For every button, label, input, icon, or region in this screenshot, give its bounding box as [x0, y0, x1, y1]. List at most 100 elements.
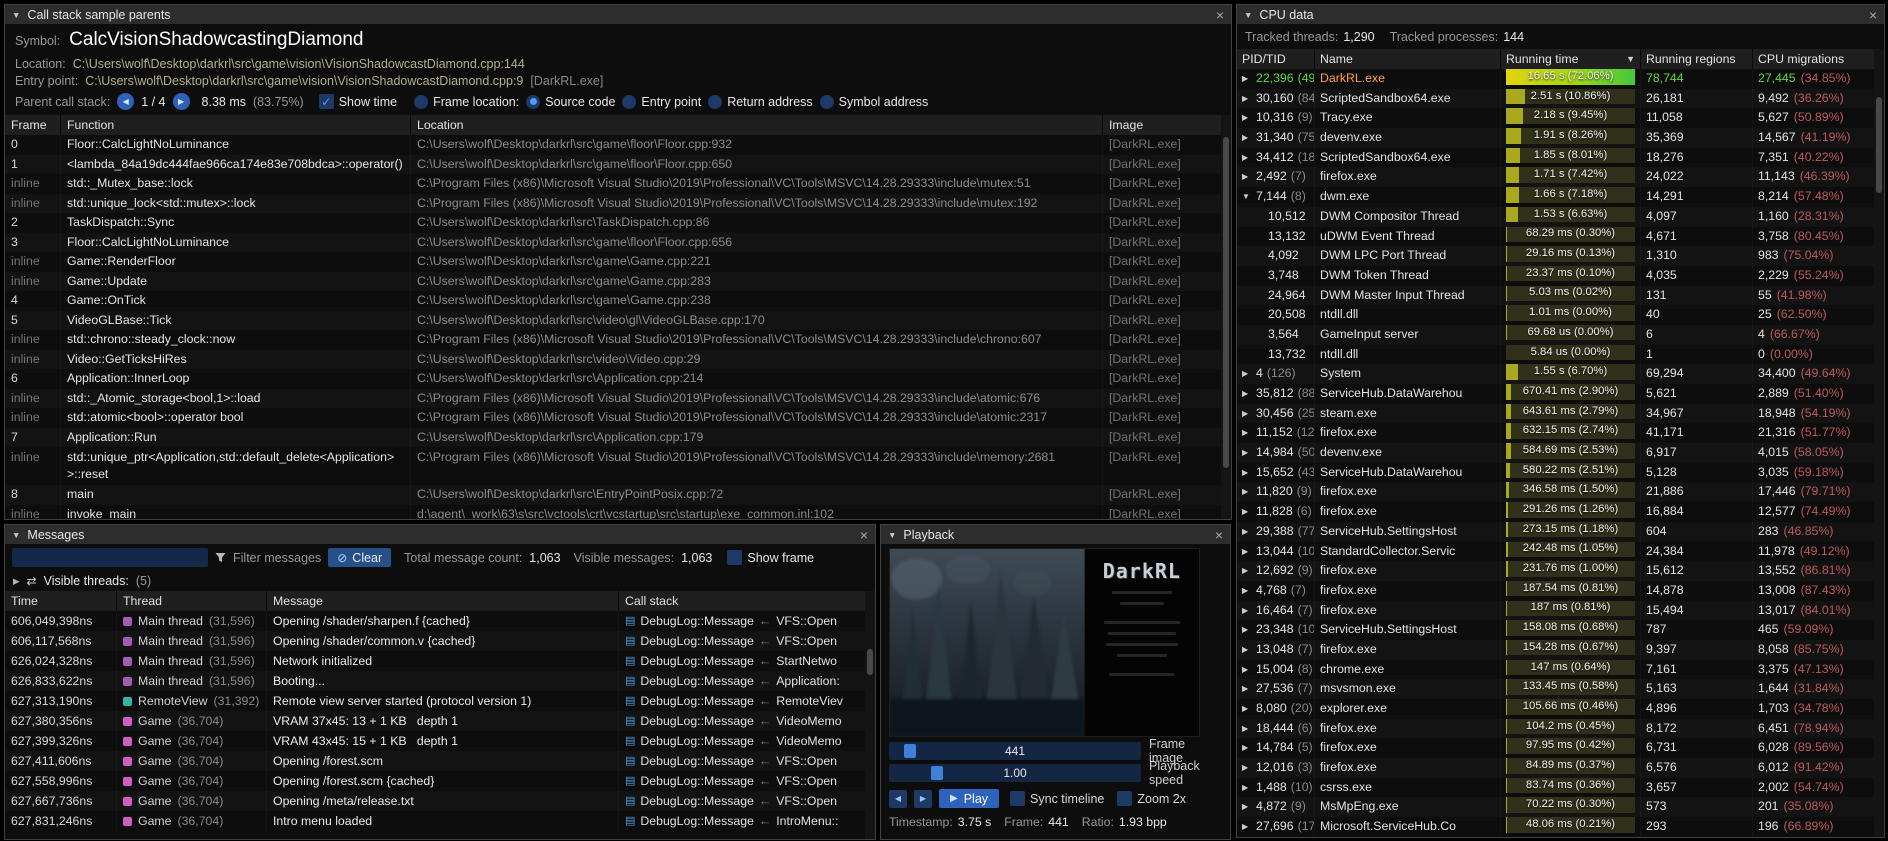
cpu-process-row[interactable]: ▶4,768(7)firefox.exe187.54 ms (0.81%)14,… — [1237, 581, 1884, 601]
cpu-titlebar[interactable]: ▼ CPU data × — [1237, 5, 1884, 24]
col-location[interactable]: Location — [411, 115, 1103, 135]
clear-button[interactable]: ⊘ Clear — [328, 548, 391, 567]
playback-titlebar[interactable]: ▼ Playback × — [881, 525, 1230, 544]
col-time[interactable]: Time — [5, 591, 117, 611]
show-frame-checkbox[interactable]: Show frame — [727, 550, 814, 565]
cpu-process-row[interactable]: ▶15,004(8)chrome.exe147 ms (0.64%)7,1613… — [1237, 660, 1884, 680]
collapse-icon[interactable]: ▼ — [888, 530, 896, 540]
cpu-process-row[interactable]: ▼7,144(8)dwm.exe1.66 s (7.18%)14,2918,21… — [1237, 187, 1884, 207]
message-callstack[interactable]: ▤DebugLog::Message←StartNetwo — [619, 651, 875, 671]
collapse-icon[interactable]: ▼ — [1244, 10, 1252, 20]
callstack-frame-row[interactable]: inlinestd::_Mutex_base::lockC:\Program F… — [5, 174, 1231, 194]
cpu-thread-row[interactable]: 20,508ntdll.dll1.01 ms (0.00%)4025(62.50… — [1237, 305, 1884, 325]
expand-tree-icon[interactable]: ▶ — [1242, 482, 1252, 502]
close-icon[interactable]: × — [1869, 8, 1877, 22]
message-callstack[interactable]: ▤DebugLog::Message←VFS::Open — [619, 611, 875, 631]
cpu-thread-row[interactable]: 4,092DWM LPC Port Thread29.16 ms (0.13%)… — [1237, 246, 1884, 266]
expand-tree-icon[interactable]: ▶ — [1242, 167, 1252, 187]
message-callstack[interactable]: ▤DebugLog::Message←Application: — [619, 671, 875, 691]
expand-tree-icon[interactable]: ▶ — [1242, 89, 1252, 109]
col-running-time[interactable]: Running time▼ — [1501, 49, 1641, 69]
callstack-titlebar[interactable]: ▼ Call stack sample parents × — [5, 5, 1231, 24]
expand-tree-icon[interactable]: ▶ — [1242, 601, 1252, 621]
cpu-process-row[interactable]: ▶23,348(106)ServiceHub.SettingsHost158.0… — [1237, 620, 1884, 640]
col-image[interactable]: Image — [1103, 115, 1231, 135]
prev-parent-button[interactable]: ◀ — [117, 93, 134, 110]
message-callstack[interactable]: ▤DebugLog::Message←VideoMemo — [619, 711, 875, 731]
cpu-process-row[interactable]: ▶22,396(49)DarkRL.exe16.65 s (72.06%)78,… — [1237, 69, 1884, 89]
expand-tree-icon[interactable]: ▶ — [1242, 660, 1252, 680]
col-running-regions[interactable]: Running regions — [1641, 49, 1753, 69]
message-row[interactable]: 626,024,328nsMain thread(31,596)Network … — [5, 651, 875, 671]
close-icon[interactable]: × — [1215, 528, 1223, 542]
callstack-frame-row[interactable]: inlinestd::atomic<bool>::operator boolC:… — [5, 408, 1231, 428]
close-icon[interactable]: × — [860, 528, 868, 542]
cpu-thread-row[interactable]: 13,732ntdll.dll5.84 us (0.00%)10(0.00%) — [1237, 345, 1884, 365]
message-callstack[interactable]: ▤DebugLog::Message←RemoteViev — [619, 691, 875, 711]
cpu-process-row[interactable]: ▶10,316(9)Tracy.exe2.18 s (9.45%)11,0585… — [1237, 108, 1884, 128]
message-row[interactable]: 627,411,606nsGame(36,704)Opening /forest… — [5, 751, 875, 771]
expand-tree-icon[interactable]: ▶ — [1242, 699, 1252, 719]
expand-tree-icon[interactable]: ▶ — [1242, 423, 1252, 443]
col-name[interactable]: Name — [1315, 49, 1501, 69]
cpu-thread-row[interactable]: 3,564GameInput server69.68 us (0.00%)64(… — [1237, 325, 1884, 345]
callstack-frame-row[interactable]: 3Floor::CalcLightNoLuminanceC:\Users\wol… — [5, 233, 1231, 253]
expand-tree-icon[interactable]: ▶ — [1242, 719, 1252, 739]
cpu-process-row[interactable]: ▶14,984(50)devenv.exe584.69 ms (2.53%)6,… — [1237, 443, 1884, 463]
scrollbar-thumb[interactable] — [1223, 137, 1229, 468]
expand-tree-icon[interactable]: ▶ — [1242, 778, 1252, 798]
callstack-frame-row[interactable]: inlinestd::_Atomic_storage<bool,1>::load… — [5, 389, 1231, 409]
callstack-frame-row[interactable]: 5VideoGLBase::TickC:\Users\wolf\Desktop\… — [5, 311, 1231, 331]
message-row[interactable]: 626,833,622nsMain thread(31,596)Booting.… — [5, 671, 875, 691]
cpu-process-row[interactable]: ▶35,812(88)ServiceHub.DataWarehou670.41 … — [1237, 384, 1884, 404]
cpu-process-row[interactable]: ▶4(126)System1.55 s (6.70%)69,29434,400(… — [1237, 364, 1884, 384]
scrollbar-thumb[interactable] — [1876, 97, 1882, 193]
cpu-process-row[interactable]: ▶30,160(84)ScriptedSandbox64.exe2.51 s (… — [1237, 89, 1884, 109]
play-button[interactable]: ▶ Play — [939, 789, 999, 808]
cpu-thread-row[interactable]: 10,512DWM Compositor Thread1.53 s (6.63%… — [1237, 207, 1884, 227]
callstack-frame-row[interactable]: 7Application::RunC:\Users\wolf\Desktop\d… — [5, 428, 1231, 448]
playback-speed-slider[interactable]: 1.00 — [889, 764, 1141, 782]
cpu-process-row[interactable]: ▶12,692(9)firefox.exe231.76 ms (1.00%)15… — [1237, 561, 1884, 581]
message-row[interactable]: 627,380,356nsGame(36,704)VRAM 37x45: 13 … — [5, 711, 875, 731]
cpu-process-row[interactable]: ▶4,872(9)MsMpEng.exe70.22 ms (0.30%)5732… — [1237, 797, 1884, 817]
scrollbar-thumb[interactable] — [867, 649, 873, 675]
message-callstack[interactable]: ▤DebugLog::Message←VFS::Open — [619, 791, 875, 811]
expand-tree-icon[interactable]: ▶ — [1242, 581, 1252, 601]
cpu-process-row[interactable]: ▶11,820(9)firefox.exe346.58 ms (1.50%)21… — [1237, 482, 1884, 502]
expand-tree-icon[interactable]: ▶ — [1242, 817, 1252, 837]
cpu-process-row[interactable]: ▶1,488(10)csrss.exe83.74 ms (0.36%)3,657… — [1237, 778, 1884, 798]
cpu-process-row[interactable]: ▶14,784(5)firefox.exe97.95 ms (0.42%)6,7… — [1237, 738, 1884, 758]
message-row[interactable]: 627,399,326nsGame(36,704)VRAM 43x45: 15 … — [5, 731, 875, 751]
cpu-process-row[interactable]: ▶34,412(18)ScriptedSandbox64.exe1.85 s (… — [1237, 148, 1884, 168]
sync-timeline-checkbox[interactable]: Sync timeline — [1010, 791, 1104, 806]
message-row[interactable]: 627,558,996nsGame(36,704)Opening /forest… — [5, 771, 875, 791]
cpu-process-row[interactable]: ▶12,016(3)firefox.exe84.89 ms (0.37%)6,5… — [1237, 758, 1884, 778]
cpu-scrollbar[interactable] — [1874, 49, 1884, 837]
expand-tree-icon[interactable]: ▶ — [1242, 364, 1252, 384]
message-row[interactable]: 627,831,246nsGame(36,704)Intro menu load… — [5, 811, 875, 831]
message-callstack[interactable]: ▤DebugLog::Message←VFS::Open — [619, 751, 875, 771]
expand-tree-icon[interactable]: ▶ — [1242, 679, 1252, 699]
cpu-process-row[interactable]: ▶11,828(6)firefox.exe291.26 ms (1.26%)16… — [1237, 502, 1884, 522]
radio-return-address[interactable]: Return address — [708, 95, 812, 109]
message-row[interactable]: 627,313,190nsRemoteView(31,392)Remote vi… — [5, 691, 875, 711]
callstack-frame-row[interactable]: 0Floor::CalcLightNoLuminanceC:\Users\wol… — [5, 135, 1231, 155]
col-callstack[interactable]: Call stack — [619, 591, 875, 611]
expand-tree-icon[interactable]: ▶ — [1242, 148, 1252, 168]
callstack-frame-row[interactable]: 6Application::InnerLoopC:\Users\wolf\Des… — [5, 369, 1231, 389]
expand-tree-icon[interactable]: ▶ — [1242, 69, 1252, 89]
cpu-process-row[interactable]: ▶18,444(6)firefox.exe104.2 ms (0.45%)8,1… — [1237, 719, 1884, 739]
radio-entry-point[interactable]: Entry point — [622, 95, 701, 109]
entry-point-path[interactable]: C:\Users\wolf\Desktop\darkrl\src\game\vi… — [85, 74, 523, 88]
cpu-process-row[interactable]: ▶13,044(10)StandardCollector.Servic242.4… — [1237, 542, 1884, 562]
zoom-2x-checkbox[interactable]: Zoom 2x — [1117, 791, 1186, 806]
cpu-process-row[interactable]: ▶13,048(7)firefox.exe154.28 ms (0.67%)9,… — [1237, 640, 1884, 660]
cpu-process-row[interactable]: ▶30,456(25)steam.exe643.61 ms (2.79%)34,… — [1237, 404, 1884, 424]
expand-tree-icon[interactable]: ▶ — [1242, 620, 1252, 640]
cpu-process-row[interactable]: ▶29,388(77)ServiceHub.SettingsHost273.15… — [1237, 522, 1884, 542]
cpu-process-row[interactable]: ▶2,492(7)firefox.exe1.71 s (7.42%)24,022… — [1237, 167, 1884, 187]
message-row[interactable]: 606,049,398nsMain thread(31,596)Opening … — [5, 611, 875, 631]
expand-tree-icon[interactable]: ▶ — [1242, 404, 1252, 424]
expand-tree-icon[interactable]: ▶ — [1242, 502, 1252, 522]
